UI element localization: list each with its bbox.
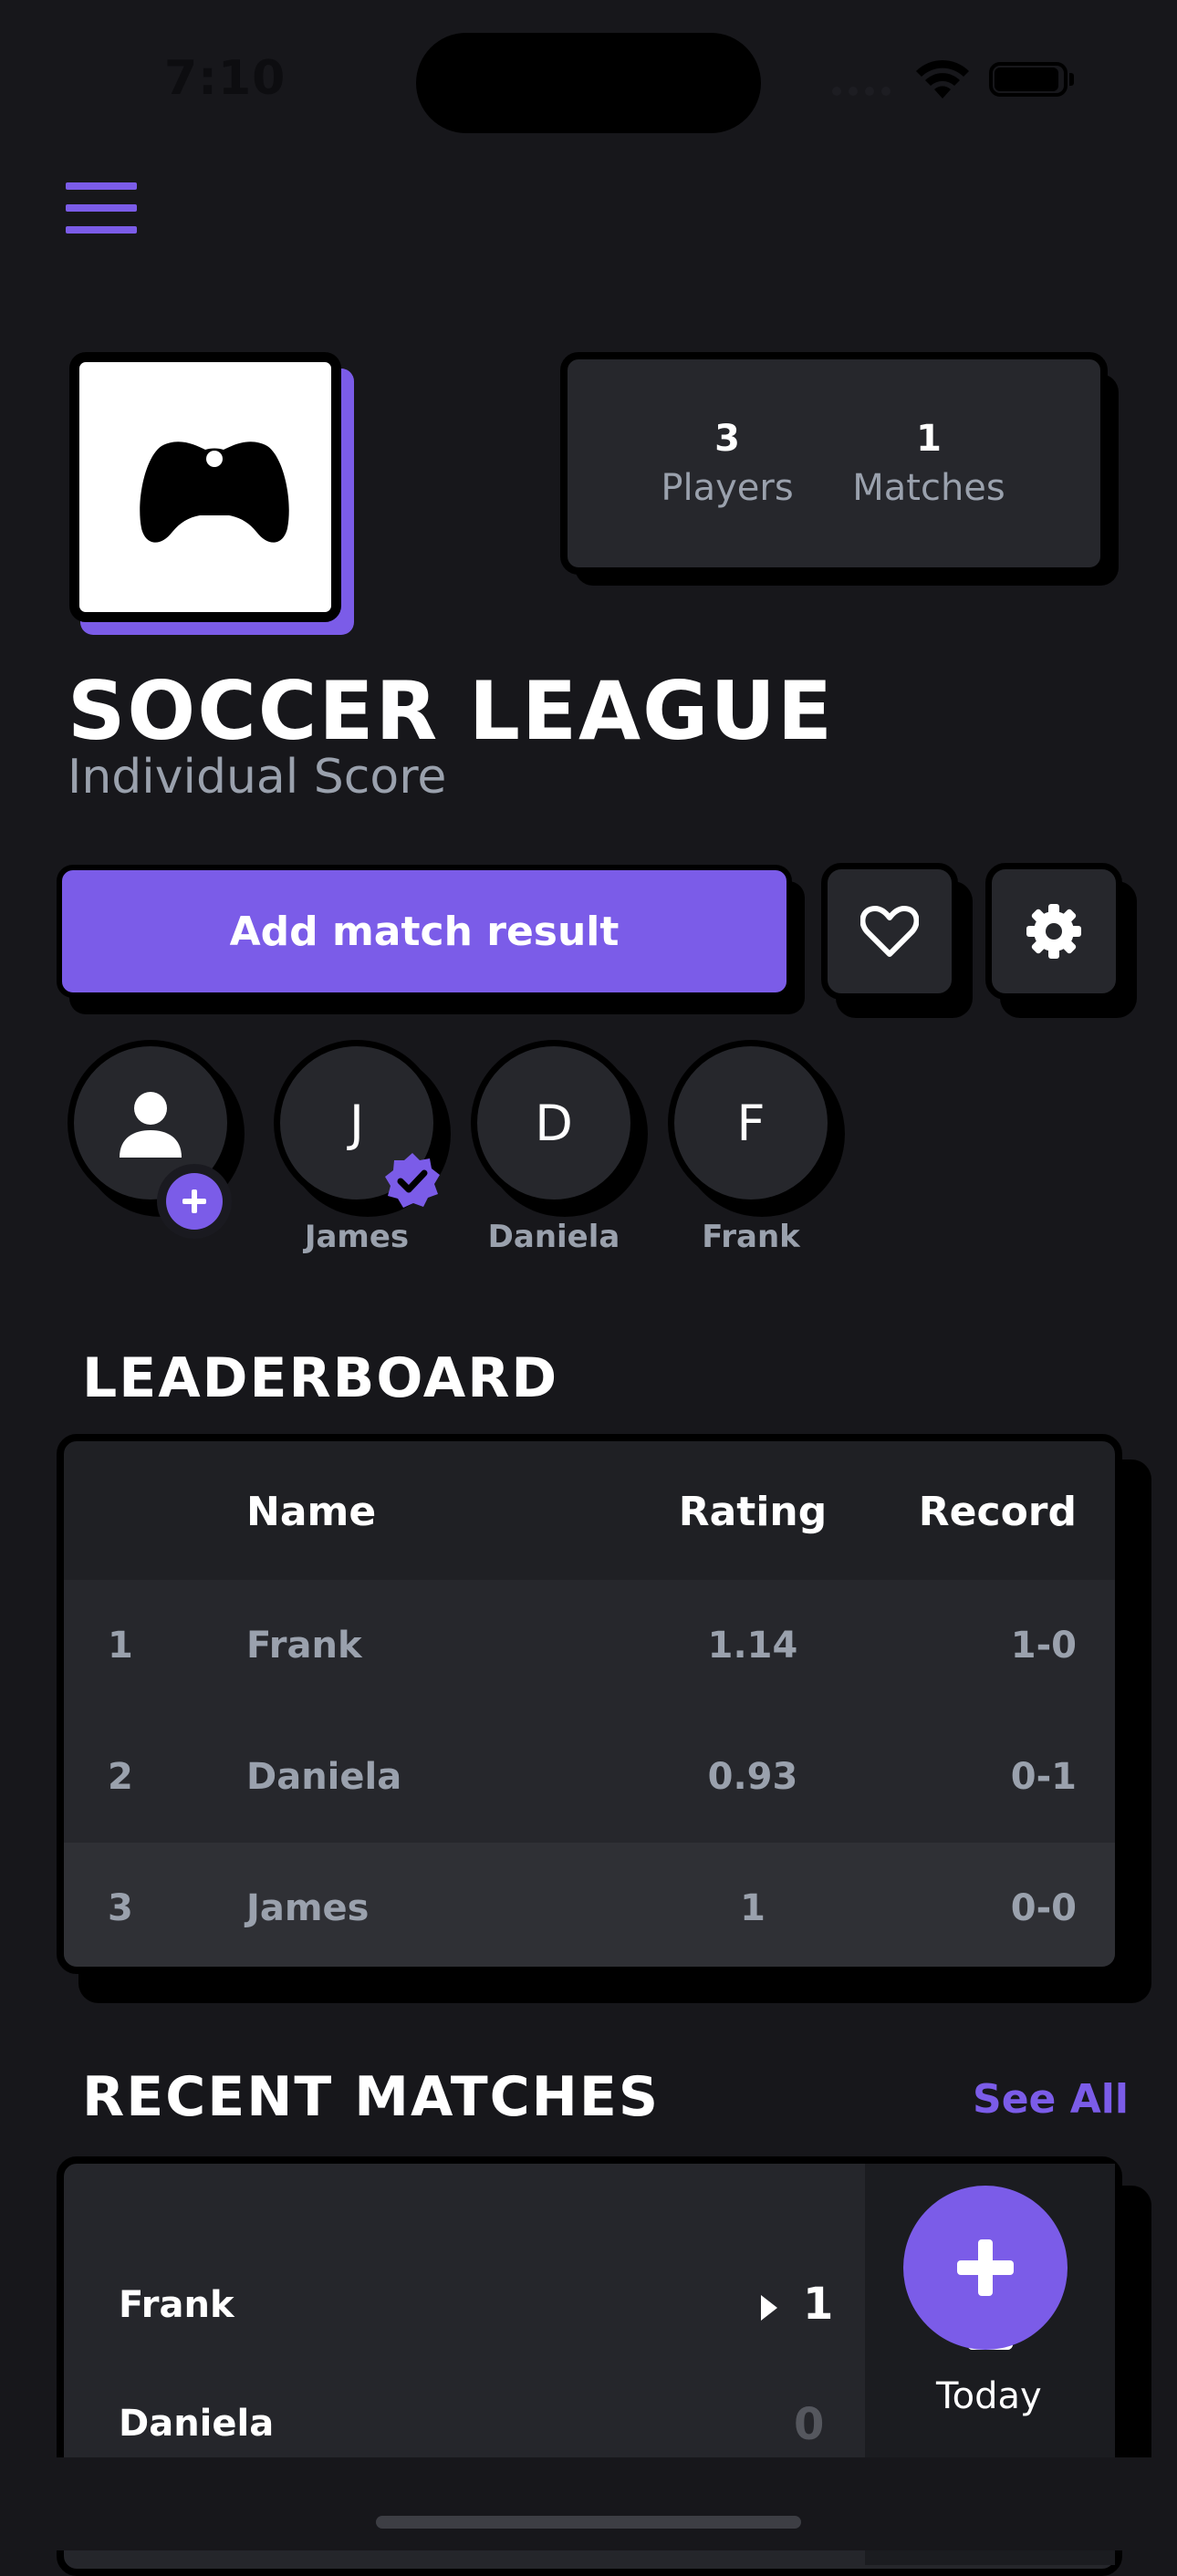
match-player2-score: 0 [794,2399,825,2450]
winner-caret-icon [759,2293,779,2326]
table-row[interactable]: 2 Daniela 0.93 0-1 [64,1711,1115,1843]
leaderboard-title: LEADERBOARD [82,1346,559,1410]
home-indicator[interactable] [376,2516,801,2529]
player-name-james: James [304,1219,410,1255]
person-icon [120,1092,182,1158]
table-row[interactable]: 3 James 1 0-0 [64,1843,1115,1967]
see-all-link[interactable]: See All [973,2076,1129,2123]
name-cell: Frank [246,1625,362,1667]
league-title: SOCCER LEAGUE [68,664,834,758]
player-name-daniela: Daniela [487,1219,620,1255]
favorite-button[interactable] [821,863,958,1000]
rating-cell: 1 [740,1887,766,1929]
gamepad-icon [140,441,289,543]
verified-badge-icon [383,1151,442,1213]
player-avatar-daniela[interactable]: D [471,1040,637,1206]
recent-matches-title: RECENT MATCHES [82,2065,661,2129]
settings-button[interactable] [985,863,1122,1000]
plus-icon [957,2239,1014,2296]
wifi-icon [914,58,971,104]
name-cell: James [246,1887,370,1929]
rank-cell: 3 [108,1887,133,1929]
add-match-result-button[interactable]: Add match result [57,865,792,998]
record-cell: 0-0 [1010,1887,1077,1929]
players-label: Players [661,467,794,509]
player-name-frank: Frank [702,1219,800,1255]
plus-icon [166,1173,223,1230]
leaderboard-table: Name Rating Record 1 Frank 1.14 1-0 2 Da… [57,1434,1122,1974]
players-count: 3 [714,418,740,460]
column-header-rating: Rating [678,1489,828,1535]
status-time: 7:10 [164,51,286,106]
match-player2-name: Daniela [119,2403,275,2445]
match-date: Today [936,2375,1042,2417]
league-logo[interactable] [69,352,341,622]
column-header-record: Record [918,1489,1077,1535]
rank-cell: 1 [108,1625,133,1667]
rating-cell: 1.14 [707,1625,798,1667]
cellular-signal-icon [832,82,898,99]
column-header-name: Name [246,1489,377,1535]
record-cell: 1-0 [1010,1625,1077,1667]
dynamic-island [416,33,761,133]
matches-label: Matches [852,467,1005,509]
battery-nub [1069,73,1074,86]
stats-card [560,352,1108,575]
battery-level [995,68,1058,91]
name-cell: Daniela [246,1756,402,1798]
bottom-safe-area [0,2457,1177,2550]
league-subtitle: Individual Score [68,750,447,805]
add-player-badge[interactable] [157,1164,232,1239]
heart-icon [860,906,919,957]
record-cell: 0-1 [1010,1756,1077,1798]
hamburger-menu-icon[interactable] [66,182,137,234]
matches-count: 1 [916,418,942,460]
rank-cell: 2 [108,1756,133,1798]
match-player1-name: Frank [119,2284,234,2326]
add-match-fab[interactable] [903,2186,1068,2350]
table-row[interactable]: 1 Frank 1.14 1-0 [64,1580,1115,1711]
player-avatar-frank[interactable]: F [668,1040,834,1206]
match-player1-score: 1 [803,2279,834,2330]
rating-cell: 0.93 [707,1756,798,1798]
gear-icon [1026,904,1081,959]
